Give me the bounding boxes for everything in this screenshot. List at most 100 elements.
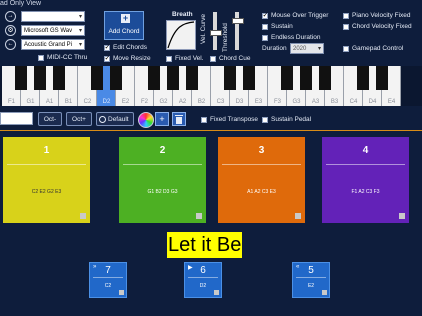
chord-cue-box[interactable] bbox=[210, 55, 216, 62]
piano-black-key[interactable] bbox=[148, 66, 160, 90]
resize-handle[interactable] bbox=[196, 213, 202, 219]
midi-cc-thru-box[interactable] bbox=[38, 54, 44, 61]
piano-black-key[interactable] bbox=[243, 66, 255, 90]
edit-chords-box[interactable] bbox=[104, 43, 110, 51]
piano-key-label: F2 bbox=[140, 99, 148, 105]
resize-handle[interactable] bbox=[80, 213, 86, 219]
add-tile-icon[interactable]: + bbox=[155, 112, 169, 126]
sustain-box[interactable] bbox=[262, 23, 268, 30]
octave-up-button[interactable]: Oct+ bbox=[66, 112, 92, 126]
instrument-select[interactable]: Acoustic Grand Pi ▾ bbox=[21, 39, 85, 50]
sustain-label: Sustain bbox=[271, 23, 293, 30]
resize-handle[interactable] bbox=[295, 213, 301, 219]
trash-lid bbox=[175, 115, 183, 116]
piano-black-key[interactable] bbox=[91, 66, 103, 90]
vel-curve-thumb[interactable] bbox=[210, 30, 222, 36]
chord-tile-divider bbox=[222, 164, 301, 165]
piano-black-key[interactable] bbox=[167, 66, 179, 90]
fixed-vel-checkbox[interactable]: Fixed Vel. bbox=[166, 55, 204, 62]
sequence-tile-7[interactable]: » 7 C2 bbox=[89, 262, 127, 298]
settings-icon[interactable]: ⚙ bbox=[5, 25, 16, 36]
octave-down-button[interactable]: Oct- bbox=[38, 112, 62, 126]
piano-black-key[interactable] bbox=[186, 66, 198, 90]
chord-tile-number: 3 bbox=[258, 145, 265, 156]
piano-black-key[interactable] bbox=[224, 66, 236, 90]
chord-velocity-fixed-box[interactable] bbox=[343, 23, 349, 30]
window-title: ad Only View bbox=[0, 0, 42, 7]
chord-tile-1[interactable]: 1 C2 E2 G2 E3 bbox=[3, 137, 90, 223]
mouse-over-trigger-box[interactable] bbox=[262, 11, 268, 19]
sequence-tile-number: 7 bbox=[105, 265, 111, 276]
piano-key-label: D3 bbox=[235, 99, 244, 105]
sustain-pedal-checkbox[interactable]: Sustain Pedal bbox=[262, 116, 311, 123]
resize-handle[interactable] bbox=[322, 290, 327, 295]
piano-black-key[interactable] bbox=[281, 66, 293, 90]
chord-tile-notes: A1 A2 C3 E3 bbox=[247, 189, 276, 195]
fixed-transpose-checkbox[interactable]: Fixed Transpose bbox=[201, 116, 258, 123]
arrow-left-icon[interactable]: ← bbox=[5, 39, 16, 50]
piano-black-key[interactable] bbox=[110, 66, 122, 90]
chord-velocity-fixed-checkbox[interactable]: Chord Velocity Fixed bbox=[343, 23, 412, 30]
fixed-vel-box[interactable] bbox=[166, 55, 172, 62]
piano-black-key[interactable] bbox=[34, 66, 46, 90]
piano-key-label: F1 bbox=[7, 99, 15, 105]
piano-keyboard[interactable]: F1 G1 A1 B1 C2 D2 E2 F2 G2 A2 B2 C3 D3 E3 F3 G3 A3 B3 C4 D4… bbox=[0, 66, 422, 106]
reset-icon bbox=[99, 115, 106, 123]
edit-chords-label: Edit Chords bbox=[113, 44, 147, 51]
sustain-pedal-box[interactable] bbox=[262, 116, 268, 123]
midi-out-select[interactable]: ▾ bbox=[21, 11, 85, 22]
resize-handle[interactable] bbox=[399, 213, 405, 219]
resize-handle[interactable] bbox=[214, 290, 219, 295]
sustain-checkbox[interactable]: Sustain bbox=[262, 23, 293, 30]
chord-tile-2[interactable]: 2 G1 B2 D3 G3 bbox=[119, 137, 206, 223]
piano-black-key[interactable] bbox=[319, 66, 331, 90]
piano-key-label: E3 bbox=[254, 99, 263, 105]
resize-handle[interactable] bbox=[119, 290, 124, 295]
trash-body bbox=[176, 117, 182, 124]
fixed-transpose-box[interactable] bbox=[201, 116, 207, 123]
move-resize-box[interactable] bbox=[104, 54, 110, 62]
endless-duration-box[interactable] bbox=[262, 34, 268, 41]
piano-black-key[interactable] bbox=[376, 66, 388, 90]
toolbar: → ⚙ ← ▾ Microsoft GS Wav ▾ Acoustic Grand… bbox=[0, 8, 422, 66]
chord-tile-notes: F1 A2 C3 F3 bbox=[351, 189, 380, 195]
piano-black-key[interactable] bbox=[357, 66, 369, 90]
piano-key-label: C2 bbox=[83, 99, 92, 105]
midi-cc-thru-checkbox[interactable]: MIDI-CC Thru bbox=[38, 54, 87, 61]
piano-key-label: F3 bbox=[273, 99, 281, 105]
sequence-tile-6[interactable]: ▶ 6 D2 bbox=[184, 262, 222, 298]
chord-tile-notes: C2 E2 G2 E3 bbox=[31, 189, 62, 195]
piano-black-key[interactable] bbox=[15, 66, 27, 90]
piano-velocity-fixed-checkbox[interactable]: Piano Velocity Fixed bbox=[343, 12, 411, 19]
threshold-slider[interactable] bbox=[232, 12, 244, 50]
endless-duration-checkbox[interactable]: Endless Duration bbox=[262, 34, 321, 41]
duration-spinner[interactable]: 2020 ▾ bbox=[290, 43, 324, 54]
duration-label: Duration bbox=[262, 45, 287, 52]
gamepad-control-label: Gamepad Control bbox=[352, 45, 404, 52]
piano-black-key[interactable] bbox=[300, 66, 312, 90]
piano-black-key[interactable] bbox=[53, 66, 65, 90]
piano-velocity-fixed-box[interactable] bbox=[343, 12, 349, 19]
mouse-over-trigger-checkbox[interactable]: Mouse Over Trigger bbox=[262, 11, 328, 19]
move-resize-checkbox[interactable]: Move Resize bbox=[104, 54, 151, 62]
instrument-bank-select[interactable]: Microsoft GS Wav ▾ bbox=[21, 25, 85, 36]
gamepad-control-checkbox[interactable]: Gamepad Control bbox=[343, 45, 403, 52]
chord-tile-4[interactable]: 4 F1 A2 C3 F3 bbox=[322, 137, 409, 223]
arrow-right-icon[interactable]: → bbox=[5, 11, 16, 22]
chord-cue-checkbox[interactable]: Chord Cue bbox=[210, 55, 250, 62]
default-button[interactable]: Default bbox=[96, 112, 134, 126]
sequence-tile-5[interactable]: «5 E2 bbox=[292, 262, 330, 298]
piano-key-label: B1 bbox=[64, 99, 73, 105]
threshold-thumb[interactable] bbox=[232, 18, 244, 24]
piano-key-label: B2 bbox=[197, 99, 206, 105]
chord-tile-3[interactable]: 3 A1 A2 C3 E3 bbox=[218, 137, 305, 223]
transpose-input[interactable] bbox=[0, 112, 33, 125]
breath-curve-graph[interactable] bbox=[166, 20, 196, 50]
gamepad-control-box[interactable] bbox=[343, 45, 349, 52]
vel-curve-slider[interactable] bbox=[210, 12, 222, 50]
add-chord-button[interactable]: + Add Chord bbox=[104, 11, 144, 40]
sustain-pedal-label: Sustain Pedal bbox=[271, 116, 312, 123]
edit-chords-checkbox[interactable]: Edit Chords bbox=[104, 43, 147, 51]
color-wheel-icon[interactable] bbox=[138, 112, 154, 128]
delete-icon[interactable] bbox=[172, 112, 186, 126]
